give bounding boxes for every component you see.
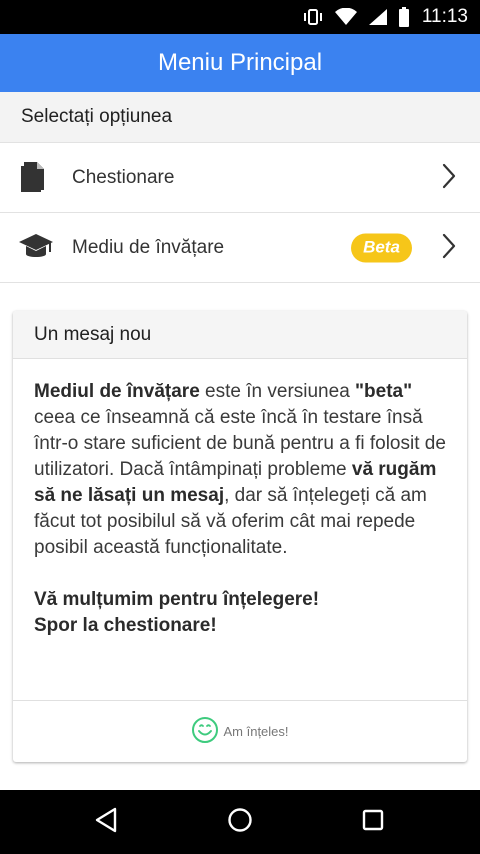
menu-item-mediu-de-invatare[interactable]: Mediu de învățare Beta bbox=[0, 213, 480, 283]
acknowledge-label: Am înțeles! bbox=[223, 724, 289, 739]
page-title: Meniu Principal bbox=[157, 49, 323, 76]
chevron-right-icon bbox=[442, 233, 456, 263]
message-paragraph: Mediul de învățare este în versiunea "be… bbox=[34, 379, 449, 561]
graduation-cap-icon bbox=[18, 231, 54, 265]
message-card: Un mesaj nou Mediul de învățare este în … bbox=[13, 311, 467, 762]
status-clock: 11:13 bbox=[421, 6, 468, 27]
thanks-line: Spor la chestionare! bbox=[34, 615, 217, 636]
section-header: Selectați opțiunea bbox=[0, 92, 480, 143]
thanks-block: Vă mulțumim pentru înțelegere! Spor la c… bbox=[34, 587, 449, 639]
app-bar: Meniu Principal bbox=[0, 34, 480, 92]
home-icon[interactable] bbox=[227, 807, 253, 837]
back-icon[interactable] bbox=[94, 807, 118, 837]
smile-icon bbox=[191, 716, 219, 748]
menu-item-chestionare[interactable]: Chestionare bbox=[0, 143, 480, 213]
card-header: Un mesaj nou bbox=[13, 311, 467, 359]
menu-item-label: Chestionare bbox=[72, 166, 175, 188]
thanks-line: Vă mulțumim pentru înțelegere! bbox=[34, 589, 320, 610]
message-text-bold: Mediul de învățare bbox=[34, 381, 200, 402]
document-icon bbox=[18, 160, 48, 196]
card-title: Un mesaj nou bbox=[34, 323, 152, 345]
navigation-bar bbox=[0, 790, 480, 854]
vibrate-icon bbox=[302, 8, 324, 26]
beta-badge: Beta bbox=[351, 233, 412, 262]
section-title: Selectați opțiunea bbox=[21, 106, 173, 127]
recents-icon[interactable] bbox=[362, 809, 384, 835]
chevron-right-icon bbox=[442, 163, 456, 193]
message-body: Mediul de învățare este în versiunea "be… bbox=[13, 359, 467, 639]
battery-icon bbox=[398, 7, 410, 27]
wifi-icon bbox=[334, 8, 358, 26]
menu-item-label: Mediu de învățare bbox=[72, 236, 225, 258]
message-text: este în versiunea bbox=[199, 381, 356, 402]
message-text-bold: "beta" bbox=[355, 381, 413, 402]
status-bar: 11:13 bbox=[0, 0, 480, 34]
acknowledge-button[interactable]: Am înțeles! bbox=[13, 700, 467, 762]
signal-icon bbox=[368, 8, 388, 26]
